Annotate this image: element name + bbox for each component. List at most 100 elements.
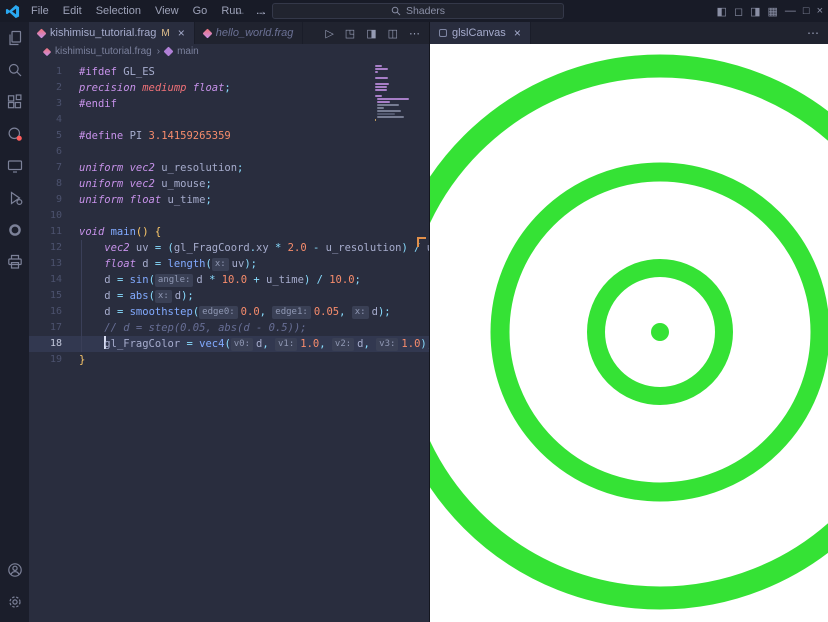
nav-forward-icon[interactable]: → xyxy=(255,4,267,18)
line-number[interactable]: 14 xyxy=(29,272,74,288)
code-line-13[interactable]: 13 float d = length(x:uv); xyxy=(29,256,429,272)
code-line-4[interactable]: 4 xyxy=(29,112,429,128)
menu-file[interactable]: File xyxy=(24,0,56,22)
code-text[interactable]: d = sin(angle:d * 10.0 + u_time) / 10.0; xyxy=(79,272,361,288)
split-editor-icon[interactable]: ◫ xyxy=(388,27,398,40)
code-text[interactable]: #ifdef GL_ES xyxy=(79,64,155,80)
maximize-icon[interactable]: □ xyxy=(803,5,810,17)
open-changes-icon[interactable]: ◨ xyxy=(366,27,376,40)
code-text[interactable]: gl_FragColor = vec4(v0:d, v1:1.0, v2:d, … xyxy=(79,336,429,352)
code-line-19[interactable]: 19} xyxy=(29,352,429,368)
code-text[interactable]: void main() { xyxy=(79,224,161,240)
breadcrumb-file[interactable]: kishimisu_tutorial.frag xyxy=(55,46,152,57)
code-line-12[interactable]: 12 vec2 uv = (gl_FragCoord.xy * 2.0 - u_… xyxy=(29,240,429,256)
code-text[interactable]: uniform vec2 u_resolution; xyxy=(79,160,243,176)
activity-bar xyxy=(0,22,29,622)
remote-explorer-icon[interactable] xyxy=(3,154,27,178)
line-number[interactable]: 10 xyxy=(29,208,74,224)
line-number[interactable]: 8 xyxy=(29,176,74,192)
account-icon[interactable] xyxy=(3,558,27,582)
code-text[interactable]: float d = length(x:uv); xyxy=(79,256,257,272)
close-window-icon[interactable]: × xyxy=(817,5,823,17)
code-text[interactable]: // d = step(0.05, abs(d - 0.5)); xyxy=(79,320,307,336)
code-line-17[interactable]: 17 // d = step(0.05, abs(d - 0.5)); xyxy=(29,320,429,336)
code-text[interactable]: uniform vec2 u_mouse; xyxy=(79,176,212,192)
toggle-secondary-sidebar-icon[interactable]: ◨ xyxy=(750,5,760,18)
code-line-8[interactable]: 8 uniform vec2 u_mouse; xyxy=(29,176,429,192)
ring-3 xyxy=(430,66,828,598)
code-line-9[interactable]: 9 uniform float u_time; xyxy=(29,192,429,208)
line-number[interactable]: 9 xyxy=(29,192,74,208)
minimap[interactable] xyxy=(375,65,413,122)
line-number[interactable]: 18 xyxy=(29,336,74,352)
line-number[interactable]: 11 xyxy=(29,224,74,240)
glsl-canvas-icon[interactable] xyxy=(3,218,27,242)
code-line-7[interactable]: 7 uniform vec2 u_resolution; xyxy=(29,160,429,176)
close-icon[interactable]: × xyxy=(514,26,521,40)
run-shader-icon[interactable]: ▷ xyxy=(325,27,333,40)
toggle-panel-icon[interactable]: ◻ xyxy=(734,5,743,18)
code-line-1[interactable]: 1 #ifdef GL_ES xyxy=(29,64,429,80)
menu-view[interactable]: View xyxy=(148,0,186,22)
breadcrumb-symbol[interactable]: main xyxy=(177,46,199,57)
line-number[interactable]: 16 xyxy=(29,304,74,320)
code-line-10[interactable]: 10 xyxy=(29,208,429,224)
customize-layout-icon[interactable]: ▦ xyxy=(768,5,778,18)
code-text[interactable]: #endif xyxy=(79,96,117,112)
code-text[interactable]: d = smoothstep(edge0:0.0, edge1:0.05, x:… xyxy=(79,304,391,320)
menu-edit[interactable]: Edit xyxy=(56,0,89,22)
code-text[interactable]: d = abs(x:d); xyxy=(79,288,194,304)
code-text[interactable]: vec2 uv = (gl_FragCoord.xy * 2.0 - u_res… xyxy=(79,240,429,256)
line-number[interactable]: 19 xyxy=(29,352,74,368)
line-number[interactable]: 3 xyxy=(29,96,74,112)
extensions-icon[interactable] xyxy=(3,90,27,114)
code-text[interactable]: } xyxy=(79,352,85,368)
glsl-canvas-output[interactable] xyxy=(430,44,828,622)
settings-gear-icon[interactable] xyxy=(3,590,27,614)
print-icon[interactable] xyxy=(3,250,27,274)
minimize-icon[interactable]: — xyxy=(785,5,796,17)
breadcrumb[interactable]: kishimisu_tutorial.frag › main xyxy=(29,44,429,59)
token: ; xyxy=(224,82,230,94)
token: = xyxy=(117,290,130,302)
code-line-18[interactable]: 18 gl_FragColor = vec4(v0:d, v1:1.0, v2:… xyxy=(29,336,429,352)
code-line-2[interactable]: 2 precision mediump float; xyxy=(29,80,429,96)
preview-more-actions-icon[interactable]: ⋯ xyxy=(807,26,819,40)
tab-glslcanvas[interactable]: glslCanvas× xyxy=(430,22,531,44)
nav-back-icon[interactable]: ← xyxy=(234,4,246,18)
line-number[interactable]: 5 xyxy=(29,128,74,144)
code-line-15[interactable]: 15 d = abs(x:d); xyxy=(29,288,429,304)
more-actions-icon[interactable]: ⋯ xyxy=(409,27,420,40)
code-line-3[interactable]: 3 #endif xyxy=(29,96,429,112)
run-debug-icon[interactable] xyxy=(3,186,27,210)
line-number[interactable]: 7 xyxy=(29,160,74,176)
explorer-icon[interactable] xyxy=(3,26,27,50)
menu-go[interactable]: Go xyxy=(186,0,215,22)
code-text[interactable]: #define PI 3.14159265359 xyxy=(79,128,231,144)
line-number[interactable]: 2 xyxy=(29,80,74,96)
line-number[interactable]: 17 xyxy=(29,320,74,336)
code-text[interactable]: precision mediump float; xyxy=(79,80,231,96)
line-number[interactable]: 13 xyxy=(29,256,74,272)
tab-hello-world-frag[interactable]: hello_world.frag xyxy=(195,22,304,44)
command-center[interactable]: Shaders xyxy=(272,3,564,19)
code-line-5[interactable]: 5 #define PI 3.14159265359 xyxy=(29,128,429,144)
code-editor[interactable]: 1 #ifdef GL_ES 2 precision mediump float; 3 #… xyxy=(29,59,429,622)
code-line-6[interactable]: 6 xyxy=(29,144,429,160)
code-line-11[interactable]: 11 void main() { xyxy=(29,224,429,240)
tab-kishimisu-tutorial-frag[interactable]: kishimisu_tutorial.fragM× xyxy=(29,22,195,44)
line-number[interactable]: 1 xyxy=(29,64,74,80)
line-number[interactable]: 6 xyxy=(29,144,74,160)
search-icon[interactable] xyxy=(3,58,27,82)
close-icon[interactable]: × xyxy=(178,26,185,40)
extension-badge-icon[interactable] xyxy=(3,122,27,146)
code-line-14[interactable]: 14 d = sin(angle:d * 10.0 + u_time) / 10… xyxy=(29,272,429,288)
line-number[interactable]: 15 xyxy=(29,288,74,304)
open-preview-icon[interactable]: ◳ xyxy=(345,27,355,40)
toggle-primary-sidebar-icon[interactable]: ◧ xyxy=(717,5,727,18)
line-number[interactable]: 12 xyxy=(29,240,74,256)
code-text[interactable]: uniform float u_time; xyxy=(79,192,212,208)
line-number[interactable]: 4 xyxy=(29,112,74,128)
menu-selection[interactable]: Selection xyxy=(89,0,148,22)
code-line-16[interactable]: 16 d = smoothstep(edge0:0.0, edge1:0.05,… xyxy=(29,304,429,320)
